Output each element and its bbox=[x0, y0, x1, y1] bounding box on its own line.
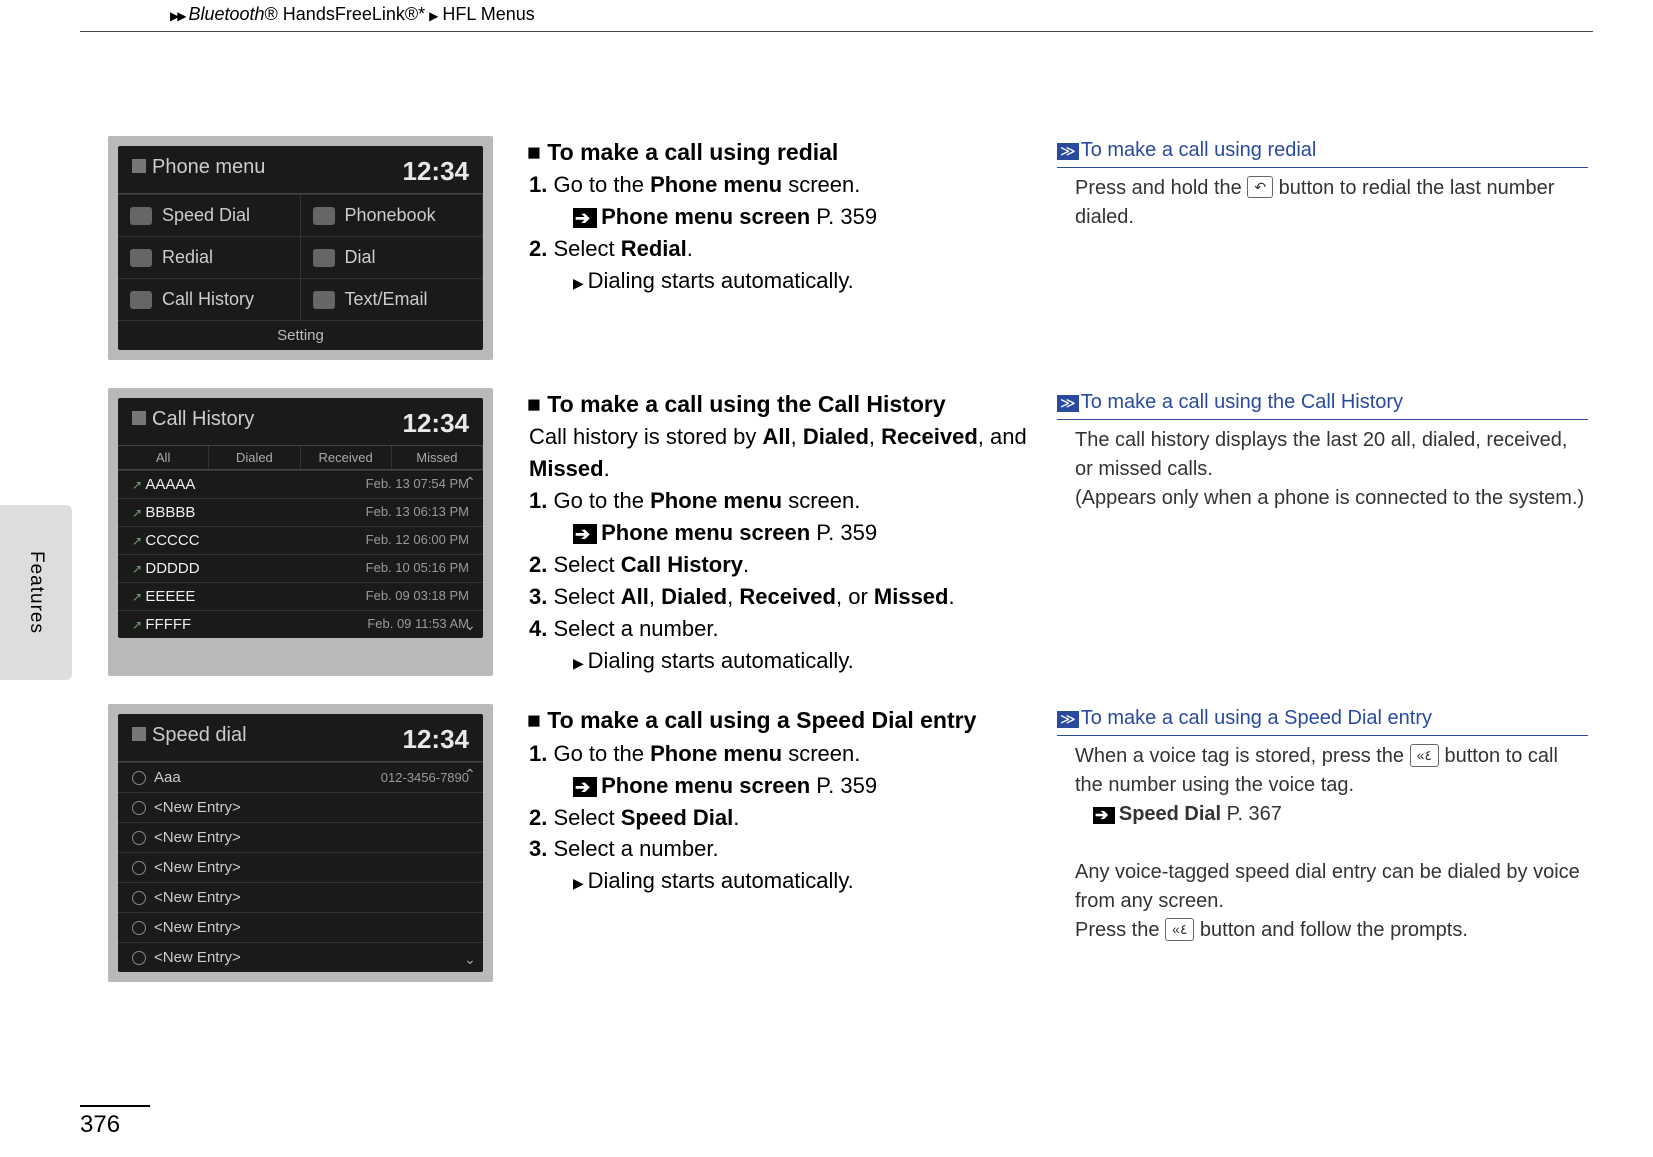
instructions-call-history: To make a call using the Call History Ca… bbox=[527, 388, 1057, 676]
history-icon bbox=[130, 291, 152, 309]
chevron-up-icon[interactable]: ⌃ bbox=[464, 474, 476, 491]
heading-call-history: To make a call using the Call History bbox=[527, 388, 1057, 421]
heading-redial: To make a call using redial bbox=[527, 136, 1057, 169]
xref-phone-menu: Phone menu screen P. 359 bbox=[573, 201, 1057, 233]
section-speed-dial: Speed dial 12:34 Aaa012-3456-7890 <New E… bbox=[108, 704, 1588, 982]
section-redial: Phone menu 12:34 Speed Dial Phonebook Re… bbox=[108, 136, 1588, 360]
voice-button-icon: «٤ bbox=[1165, 918, 1194, 940]
setting-button[interactable]: Setting bbox=[118, 320, 483, 350]
xref-speed-dial: Speed Dial P. 367 bbox=[1093, 800, 1586, 829]
page-number: 376 bbox=[80, 1105, 150, 1139]
dial-icon bbox=[313, 249, 335, 267]
sidebar-heading: To make a call using a Speed Dial entry bbox=[1057, 704, 1588, 736]
breadcrumb: Bluetooth® HandsFreeLink®*HFL Menus bbox=[80, 0, 1593, 32]
redial-icon bbox=[130, 249, 152, 267]
tab-received[interactable]: Received bbox=[301, 446, 392, 469]
xref-phone-menu: Phone menu screen P. 359 bbox=[573, 770, 1057, 802]
speed-dial-row[interactable]: Aaa012-3456-7890 bbox=[118, 762, 483, 792]
contact-icon bbox=[132, 801, 146, 815]
history-row[interactable]: CCCCCFeb. 12 06:00 PM bbox=[118, 526, 483, 554]
tab-missed[interactable]: Missed bbox=[392, 446, 483, 469]
chevron-down-icon[interactable]: ⌄ bbox=[464, 617, 476, 634]
contact-icon bbox=[132, 951, 146, 965]
speed-dial-row[interactable]: <New Entry> bbox=[118, 942, 483, 972]
section-call-history: Call History 12:34 All Dialed Received M… bbox=[108, 388, 1588, 676]
sidebar-heading: To make a call using the Call History bbox=[1057, 388, 1588, 420]
speed-dial-icon bbox=[130, 207, 152, 225]
speed-dial-row[interactable]: <New Entry> bbox=[118, 822, 483, 852]
history-row[interactable]: EEEEEFeb. 09 03:18 PM bbox=[118, 582, 483, 610]
sidebar-heading: To make a call using redial bbox=[1057, 136, 1588, 168]
clock: 12:34 bbox=[403, 408, 470, 439]
call-button-icon: ↶ bbox=[1247, 176, 1273, 198]
screenshot-speed-dial: Speed dial 12:34 Aaa012-3456-7890 <New E… bbox=[108, 704, 493, 982]
contact-icon bbox=[132, 771, 146, 785]
menu-item-dial[interactable]: Dial bbox=[301, 236, 484, 278]
phone-icon bbox=[132, 727, 146, 741]
contact-icon bbox=[132, 861, 146, 875]
menu-item-text-email[interactable]: Text/Email bbox=[301, 278, 484, 320]
phone-icon bbox=[132, 159, 146, 173]
history-row[interactable]: AAAAAFeb. 13 07:54 PM bbox=[118, 470, 483, 498]
contact-icon bbox=[132, 891, 146, 905]
history-row[interactable]: BBBBBFeb. 13 06:13 PM bbox=[118, 498, 483, 526]
result-text: Dialing starts automatically. bbox=[573, 265, 1057, 297]
speed-dial-row[interactable]: <New Entry> bbox=[118, 852, 483, 882]
phone-icon bbox=[132, 411, 146, 425]
instructions-speed-dial: To make a call using a Speed Dial entry … bbox=[527, 704, 1057, 982]
sidebar-call-history: To make a call using the Call History Th… bbox=[1057, 388, 1588, 676]
section-tab-features: Features bbox=[0, 505, 72, 680]
result-text: Dialing starts automatically. bbox=[573, 865, 1057, 897]
instructions-redial: To make a call using redial 1. Go to the… bbox=[527, 136, 1057, 360]
contact-icon bbox=[132, 921, 146, 935]
history-row[interactable]: DDDDDFeb. 10 05:16 PM bbox=[118, 554, 483, 582]
tab-dialed[interactable]: Dialed bbox=[209, 446, 300, 469]
screenshot-call-history: Call History 12:34 All Dialed Received M… bbox=[108, 388, 493, 676]
scrollbar[interactable]: ⌃⌄ bbox=[459, 762, 481, 972]
result-text: Dialing starts automatically. bbox=[573, 645, 1057, 677]
xref-phone-menu: Phone menu screen P. 359 bbox=[573, 517, 1057, 549]
history-row[interactable]: FFFFFFeb. 09 11:53 AM bbox=[118, 610, 483, 638]
phonebook-icon bbox=[313, 207, 335, 225]
chevron-up-icon[interactable]: ⌃ bbox=[464, 766, 476, 783]
scrollbar[interactable]: ⌃⌄ bbox=[459, 470, 481, 638]
tab-all[interactable]: All bbox=[118, 446, 209, 469]
menu-item-phonebook[interactable]: Phonebook bbox=[301, 194, 484, 236]
sidebar-speed-dial: To make a call using a Speed Dial entry … bbox=[1057, 704, 1588, 982]
voice-button-icon: «٤ bbox=[1410, 744, 1439, 766]
speed-dial-row[interactable]: <New Entry> bbox=[118, 882, 483, 912]
sidebar-redial: To make a call using redial Press and ho… bbox=[1057, 136, 1588, 360]
speed-dial-row[interactable]: <New Entry> bbox=[118, 912, 483, 942]
screenshot-phone-menu: Phone menu 12:34 Speed Dial Phonebook Re… bbox=[108, 136, 493, 360]
contact-icon bbox=[132, 831, 146, 845]
speed-dial-row[interactable]: <New Entry> bbox=[118, 792, 483, 822]
heading-speed-dial: To make a call using a Speed Dial entry bbox=[527, 704, 1057, 737]
menu-item-redial[interactable]: Redial bbox=[118, 236, 301, 278]
clock: 12:34 bbox=[403, 156, 470, 187]
clock: 12:34 bbox=[403, 724, 470, 755]
mail-icon bbox=[313, 291, 335, 309]
chevron-down-icon[interactable]: ⌄ bbox=[464, 951, 476, 968]
menu-item-speed-dial[interactable]: Speed Dial bbox=[118, 194, 301, 236]
menu-item-call-history[interactable]: Call History bbox=[118, 278, 301, 320]
